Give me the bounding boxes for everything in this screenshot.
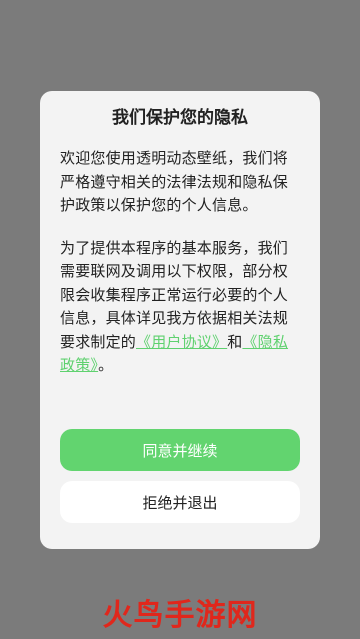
permissions-paragraph: 为了提供本程序的基本服务，我们需要联网及调用以下权限，部分权限会收集程序正常运行…: [60, 237, 300, 378]
and-text: 和: [227, 332, 243, 351]
site-watermark: 火鸟手游网: [102, 598, 258, 633]
end-period: 。: [98, 356, 114, 374]
user-agreement-link[interactable]: 《用户协议》: [136, 333, 227, 351]
intro-paragraph: 欢迎您使用透明动态壁纸，我们将严格遵守相关的法律法规和隐私保护政策以保护您的个人…: [60, 149, 289, 214]
dialog-title: 我们保护您的隐私: [112, 108, 248, 128]
reject-exit-button[interactable]: 拒绝并退出: [60, 481, 300, 523]
agree-continue-button[interactable]: 同意并继续: [60, 429, 300, 471]
privacy-dialog: 我们保护您的隐私 欢迎您使用透明动态壁纸，我们将严格遵守相关的法律法规和隐私保护…: [40, 91, 320, 549]
